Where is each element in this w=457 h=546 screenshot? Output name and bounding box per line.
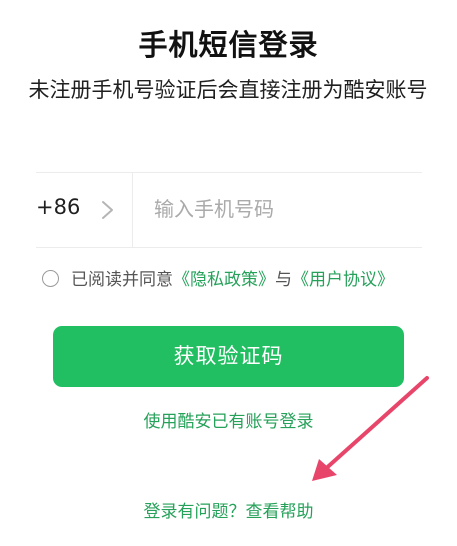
country-code-divider [132,173,133,247]
user-agreement-link[interactable]: 《用户协议》 [292,270,394,290]
agreement-checkbox[interactable] [42,270,59,287]
page-title: 手机短信登录 [138,28,319,62]
account-login-link[interactable]: 使用酷安已有账号登录 [0,407,457,432]
get-verification-code-button[interactable]: 获取验证码 [53,326,404,387]
page-subtitle: 未注册手机号验证后会直接注册为酷安账号 [28,78,428,102]
chevron-right-icon[interactable] [96,196,120,224]
privacy-policy-link[interactable]: 《隐私政策》 [173,270,275,290]
phone-input-row: +86 [36,172,422,248]
login-help-link[interactable]: 登录有问题？查看帮助 [0,497,457,522]
agreement-prefix: 已阅读并同意 [71,270,173,290]
country-code-selector[interactable]: +86 [36,195,80,219]
agreement-conjunction: 与 [275,270,292,290]
phone-number-input[interactable] [154,189,414,229]
agreement-row: 已阅读并同意《隐私政策》与《用户协议》 [42,267,442,293]
agreement-text: 已阅读并同意《隐私政策》与《用户协议》 [71,267,394,293]
